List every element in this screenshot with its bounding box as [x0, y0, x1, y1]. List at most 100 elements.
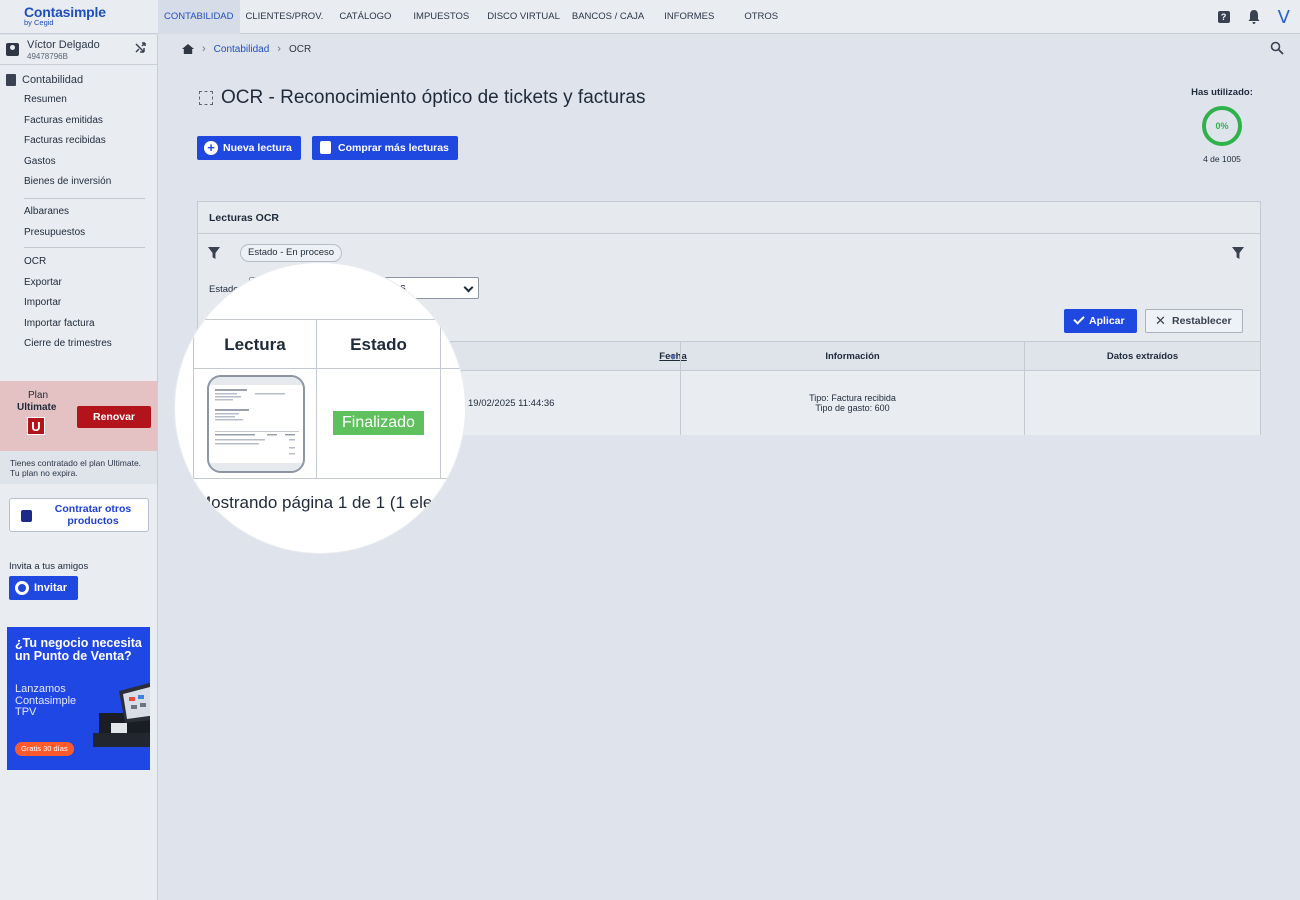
plan-badge: U — [27, 417, 45, 435]
sidebar-item-facturas-emitidas[interactable]: Facturas emitidas — [24, 111, 145, 132]
reset-label: Restablecer — [1172, 315, 1232, 327]
help-icon[interactable]: ? — [1217, 11, 1230, 23]
user-name: Víctor Delgado — [27, 39, 100, 51]
ad-title: ¿Tu negocio necesita un Punto de Venta? — [15, 636, 142, 663]
filter-toggle-icon[interactable] — [1232, 247, 1244, 259]
home-icon[interactable] — [182, 44, 194, 54]
shopping-bag-icon — [21, 510, 32, 522]
shopping-bag-icon — [320, 141, 331, 154]
sort-arrow-icon[interactable] — [670, 355, 676, 360]
new-reading-button[interactable]: + Nueva lectura — [197, 136, 301, 160]
user-box: Víctor Delgado 49478796B — [0, 35, 157, 65]
nav-contabilidad[interactable]: CONTABILIDAD — [158, 0, 240, 34]
sidebar: Víctor Delgado 49478796B Contabilidad Re… — [0, 35, 158, 900]
clear-filter-icon[interactable] — [208, 247, 220, 259]
sidebar-item-resumen[interactable]: Resumen — [24, 90, 145, 111]
sidebar-item-exportar[interactable]: Exportar — [24, 273, 145, 294]
sidebar-item-gastos[interactable]: Gastos — [24, 152, 145, 173]
cell-fecha: 19/02/2025 11:44:36 — [463, 371, 680, 435]
check-icon — [1073, 313, 1085, 325]
nav-bancos[interactable]: BANCOS / CAJA — [566, 0, 650, 34]
zoom-column-fecha — [441, 319, 465, 369]
plan-box: Plan Ultimate U Renovar — [0, 381, 157, 451]
plan-info-line-2: Tu plan no expira. — [10, 468, 78, 478]
invite-button-label: Invitar — [34, 582, 68, 594]
pos-terminal-image — [93, 682, 150, 747]
user-nif: 49478796B — [27, 52, 68, 61]
usage-count: 4 de 1005 — [1203, 154, 1241, 164]
nav-catalogo[interactable]: CATÁLOGO — [329, 0, 401, 34]
buy-more-label: Comprar más lecturas — [338, 142, 449, 154]
switch-company-icon[interactable] — [134, 41, 148, 55]
sidebar-item-ocr[interactable]: OCR — [24, 252, 145, 273]
close-icon: ✕ — [1155, 313, 1166, 328]
user-card-icon — [6, 43, 19, 56]
filter-chip[interactable]: Estado - En proceso — [240, 244, 343, 262]
sidebar-divider — [24, 198, 145, 199]
apply-button[interactable]: Aplicar — [1064, 309, 1137, 333]
scan-icon — [199, 91, 213, 105]
usage-label: Has utilizado: — [1191, 87, 1253, 98]
tpv-ad-banner[interactable]: ¿Tu negocio necesita un Punto de Venta? … — [7, 627, 150, 770]
ad-subtitle: Lanzamos Contasimple TPV — [15, 683, 77, 718]
renew-button[interactable]: Renovar — [77, 406, 151, 428]
usage-widget: Has utilizado: 0% 4 de 1005 — [1186, 87, 1258, 164]
contract-products-label: Contratar otros productos — [54, 503, 132, 527]
reset-button[interactable]: ✕ Restablecer — [1145, 309, 1243, 333]
breadcrumb-ocr: OCR — [288, 43, 312, 55]
nav-informes[interactable]: INFORMES — [650, 0, 728, 34]
column-header-informacion: Información — [680, 342, 1024, 371]
row-info-tipo: Tipo: Factura recibida — [809, 393, 896, 403]
column-header-datos: Datos extraídos — [1024, 342, 1260, 371]
buy-more-readings-button[interactable]: Comprar más lecturas — [312, 136, 458, 160]
sidebar-menu-group-2: Albaranes Presupuestos — [24, 202, 145, 243]
sidebar-item-importar-factura[interactable]: Importar factura — [24, 314, 145, 335]
plan-name: Ultimate — [17, 402, 57, 413]
sidebar-item-presupuestos[interactable]: Presupuestos — [24, 223, 145, 244]
invoice-document-image — [209, 377, 303, 471]
globe-icon — [15, 581, 29, 595]
sidebar-menu-group-3: OCR Exportar Importar Importar factura C… — [24, 252, 145, 355]
nav-disco-virtual[interactable]: DISCO VIRTUAL — [481, 0, 566, 34]
sidebar-menu-group-1: Resumen Facturas emitidas Facturas recib… — [24, 90, 145, 193]
search-icon[interactable] — [1270, 41, 1284, 55]
page-title: OCR - Reconocimiento óptico de tickets y… — [199, 87, 646, 109]
nav-impuestos[interactable]: IMPUESTOS — [401, 0, 481, 34]
breadcrumb-separator-icon: › — [277, 43, 281, 55]
zoom-column-estado: Estado — [317, 319, 441, 369]
pagination-text: Mostrando página 1 de 1 (1 ele — [197, 493, 433, 512]
sidebar-section-title: Contabilidad — [22, 74, 84, 86]
bell-icon[interactable] — [1248, 10, 1260, 24]
row-fecha: 19/02/2025 11:44:36 — [468, 398, 555, 409]
invite-text: Invita a tus amigos — [9, 561, 89, 572]
plus-icon: + — [204, 141, 218, 155]
invite-button[interactable]: Invitar — [9, 576, 78, 600]
sidebar-item-importar[interactable]: Importar — [24, 293, 145, 314]
status-badge: Finalizado — [333, 411, 424, 435]
nav-otros[interactable]: OTROS — [728, 0, 794, 34]
ad-badge: Gratis 30 días — [15, 742, 74, 756]
nav-clientes[interactable]: CLIENTES/PROV. — [240, 0, 330, 34]
zoom-magnifier: Lectura Estado Finalizado Mostrando pági… — [175, 263, 465, 553]
contract-products-button[interactable]: Contratar otros productos — [9, 498, 149, 532]
sidebar-item-facturas-recibidas[interactable]: Facturas recibidas — [24, 131, 145, 152]
chevron-down-icon — [463, 282, 474, 293]
sidebar-item-cierre-trimestres[interactable]: Cierre de trimestres — [24, 334, 145, 355]
panel-title: Lecturas OCR — [198, 202, 1260, 234]
usage-ring: 0% — [1202, 106, 1242, 146]
plan-info-line-1: Tienes contratado el plan Ultimate. — [10, 458, 142, 468]
sidebar-item-bienes-inversion[interactable]: Bienes de inversión — [24, 172, 145, 193]
sidebar-item-albaranes[interactable]: Albaranes — [24, 202, 145, 223]
breadcrumb: › Contabilidad › OCR — [158, 35, 1300, 63]
invoice-thumbnail[interactable] — [207, 375, 305, 473]
page-title-text: OCR - Reconocimiento óptico de tickets y… — [221, 87, 646, 108]
breadcrumb-contabilidad[interactable]: Contabilidad — [214, 44, 270, 55]
user-menu-initial[interactable]: V — [1278, 7, 1290, 28]
top-bar: Contasimple by Cegid CONTABILIDAD CLIENT… — [0, 0, 1300, 34]
breadcrumb-separator-icon: › — [202, 43, 206, 55]
row-info-gasto: Tipo de gasto: 600 — [815, 403, 890, 413]
sidebar-section-contabilidad: Contabilidad — [6, 74, 83, 86]
app-logo[interactable]: Contasimple by Cegid — [24, 5, 154, 27]
plan-label: Plan — [28, 390, 49, 401]
main-nav: CONTABILIDAD CLIENTES/PROV. CATÁLOGO IMP… — [158, 0, 794, 34]
